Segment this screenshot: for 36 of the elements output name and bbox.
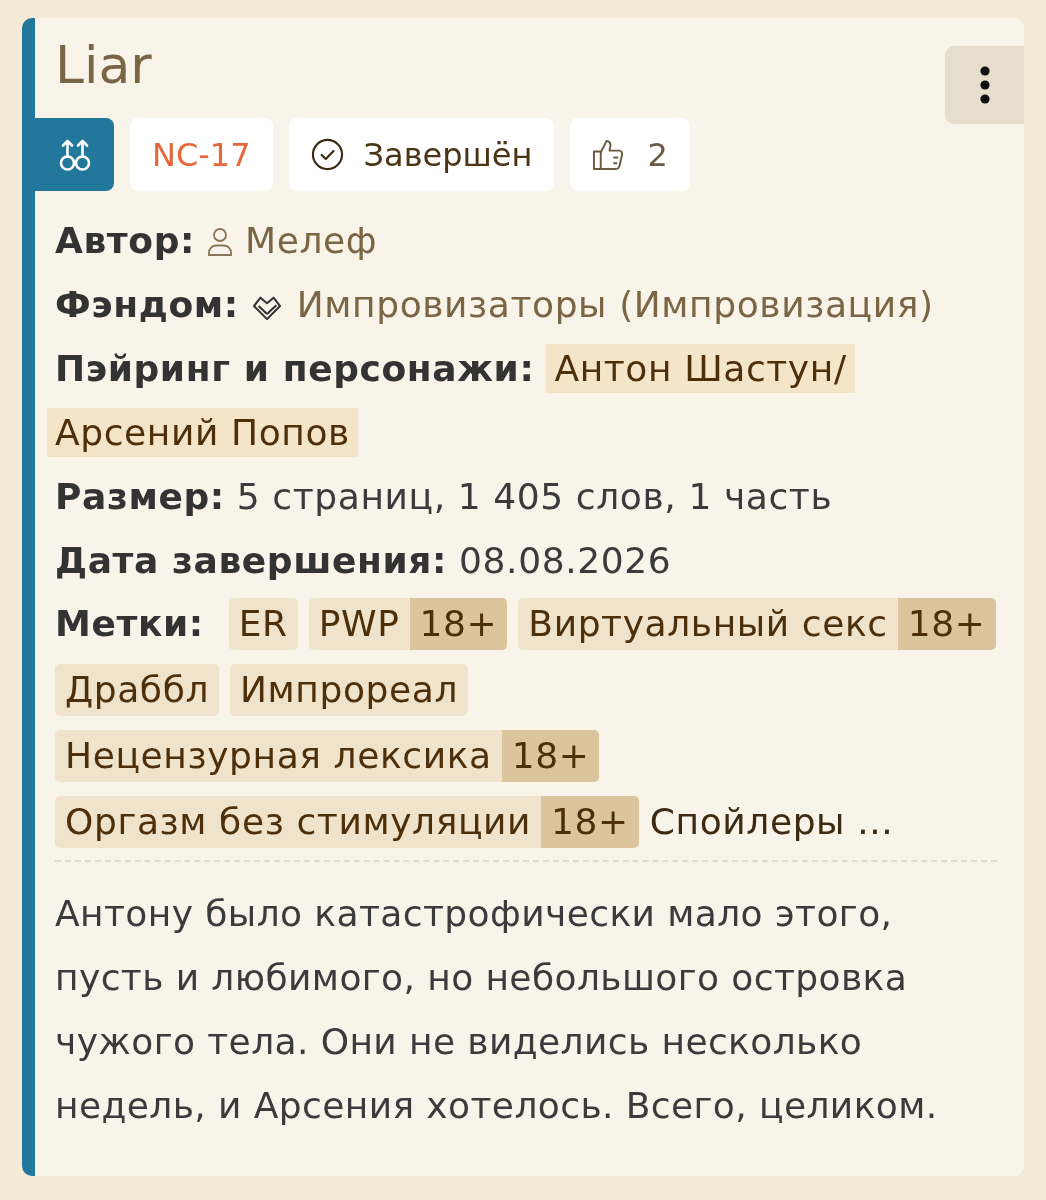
- spoilers-link[interactable]: Спойлеры ...: [649, 796, 894, 848]
- tag-link[interactable]: Виртуальный секс 18+: [518, 598, 996, 650]
- status-label: Завершён: [363, 135, 533, 174]
- pairing-link[interactable]: Арсений Попов: [47, 408, 358, 457]
- fandom-link[interactable]: Импровизаторы (Импровизация): [296, 284, 934, 325]
- more-icon: [979, 66, 990, 104]
- direction-badge[interactable]: [35, 118, 114, 191]
- pairing-link[interactable]: Антон Шастун/: [546, 344, 855, 393]
- description-text: Антону было катастрофически мало этого, пусть и любимого, но небольшого островка чужого тела. Они не виделись несколько недель, и Арсения хотелось. Всего, целиком.: [54, 892, 939, 1128]
- tag-link[interactable]: Нецензурная лексика 18+: [55, 730, 600, 782]
- rating-badge: NC-17: [130, 118, 273, 191]
- field-label: Размер:: [55, 476, 225, 517]
- tag-link[interactable]: ER: [228, 598, 298, 650]
- likes-count: 2: [647, 135, 668, 174]
- field-value: 5 страниц, 1 405 слов, 1 часть: [236, 476, 833, 517]
- two-male-symbols-icon: [57, 137, 92, 172]
- tag-link[interactable]: Импрореал: [230, 664, 469, 716]
- thumbs-up-icon: [592, 138, 626, 171]
- age-badge: 18+: [501, 730, 600, 782]
- field-value: 08.08.2026: [459, 540, 672, 581]
- age-badge: 18+: [897, 598, 996, 650]
- field-label: Автор:: [55, 220, 195, 261]
- age-badge: 18+: [541, 796, 639, 848]
- field-label: Метки:: [55, 602, 204, 646]
- tag-link[interactable]: PWP 18+: [308, 598, 508, 650]
- tag-link[interactable]: Оргазм без стимуляции 18+: [55, 796, 639, 848]
- field-label: Дата завершения:: [55, 540, 448, 581]
- check-circle-icon: [310, 138, 344, 171]
- story-title[interactable]: Liar: [55, 35, 152, 95]
- field-label: Фэндом:: [55, 284, 239, 325]
- tag-link[interactable]: Драббл: [55, 664, 220, 716]
- field-label: Пэйринг и персонажи:: [55, 348, 535, 389]
- more-button[interactable]: [945, 46, 1024, 124]
- age-badge: 18+: [409, 598, 508, 650]
- author-link[interactable]: Мелеф: [245, 220, 378, 261]
- person-icon: [207, 227, 233, 257]
